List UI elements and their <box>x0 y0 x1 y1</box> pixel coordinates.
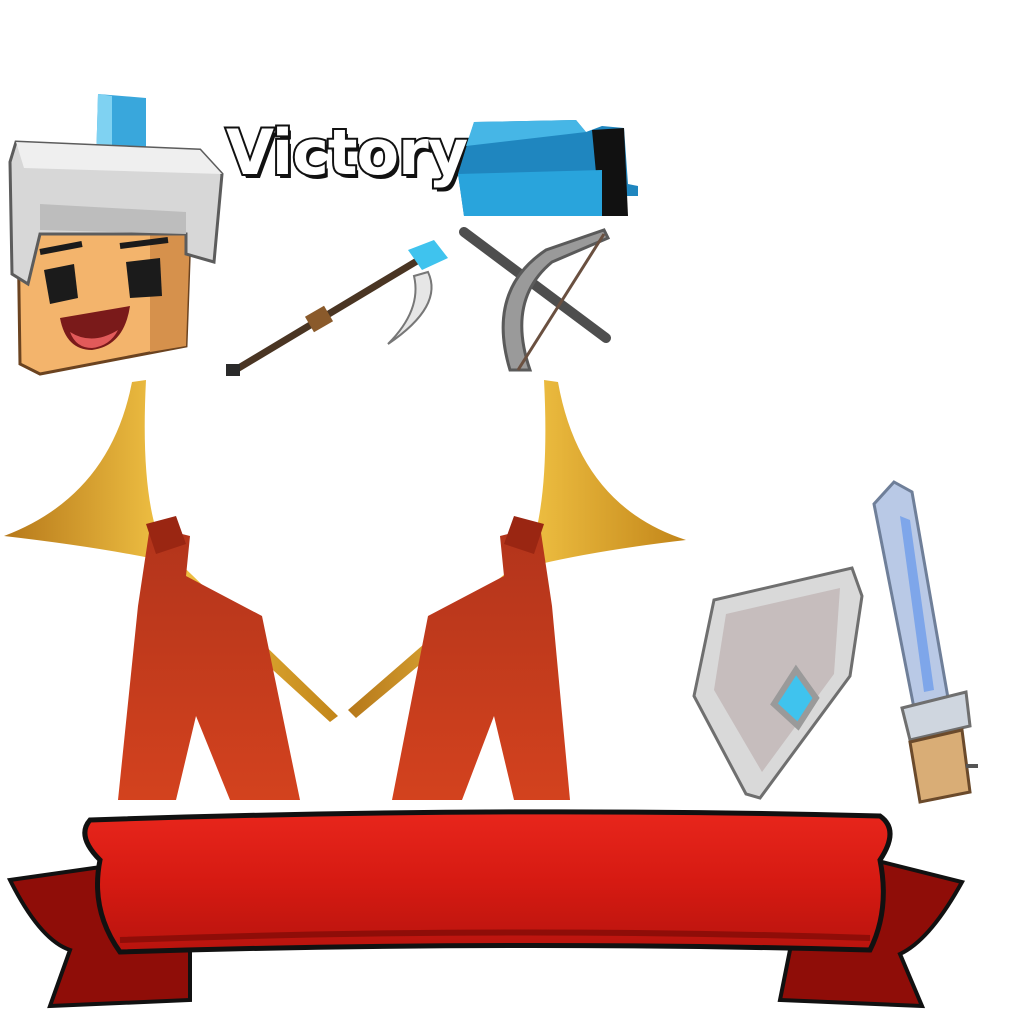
crossbow-icon <box>459 227 611 372</box>
shield-icon <box>692 566 864 800</box>
ribbon-banner-icon <box>6 809 966 1009</box>
victory-title: Victory <box>224 116 470 189</box>
blue-hat-icon <box>458 120 638 216</box>
hero-head-icon <box>8 94 224 376</box>
scythe-icon <box>226 240 448 376</box>
sword-icon <box>872 480 978 804</box>
trumpet-icon <box>4 380 686 800</box>
